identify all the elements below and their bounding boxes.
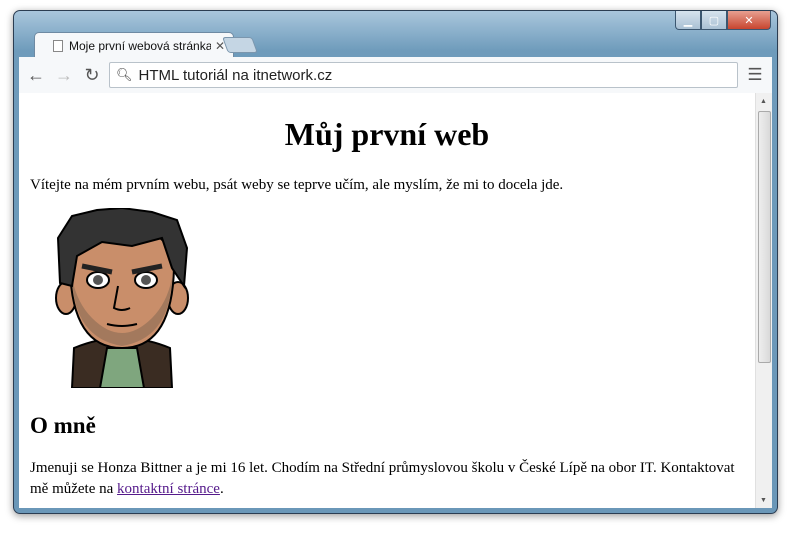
avatar-image [55,208,189,388]
address-bar[interactable]: 🔍︎ HTML tutoriál na itnetwork.cz [109,62,738,88]
about-text: Jmenuji se Honza Bittner a je mi 16 let.… [30,458,750,500]
page-icon [53,39,63,52]
vertical-scrollbar[interactable]: ▲ ▼ [755,93,772,508]
close-window-button[interactable]: ✕ [727,11,771,30]
reload-icon[interactable]: ↻ [81,65,103,86]
browser-window: ▁ ▢ ✕ Moje první webová stránka ✕ ← → ↻ … [13,10,778,514]
minimize-button[interactable]: ▁ [675,11,701,30]
search-icon: 🔍︎ [116,67,133,82]
contact-link[interactable]: kontaktní stránce [117,481,220,497]
scroll-down-icon[interactable]: ▼ [760,496,767,504]
page-title: Můj první web [284,116,490,152]
forward-icon[interactable]: → [53,65,75,86]
maximize-button[interactable]: ▢ [701,11,727,30]
toolbar: ← → ↻ 🔍︎ HTML tutoriál na itnetwork.cz ☰ [19,57,772,93]
intro-text: Vítejte na mém prvním webu, psát weby se… [30,177,564,193]
tab-active[interactable]: Moje první webová stránka ✕ [34,32,234,58]
scrollbar-thumb[interactable] [758,111,771,363]
scroll-up-icon[interactable]: ▲ [760,97,767,105]
page-content: Můj první web Vítejte na mém prvním webu… [19,93,772,508]
about-end: . [219,481,224,497]
about-heading: O mně [30,413,96,438]
menu-icon[interactable]: ☰ [744,65,766,85]
new-tab-button[interactable] [222,37,258,53]
tab-title: Moje první webová stránka [69,38,211,53]
address-text: HTML tutoriál na itnetwork.cz [138,66,333,84]
back-icon[interactable]: ← [25,65,47,86]
